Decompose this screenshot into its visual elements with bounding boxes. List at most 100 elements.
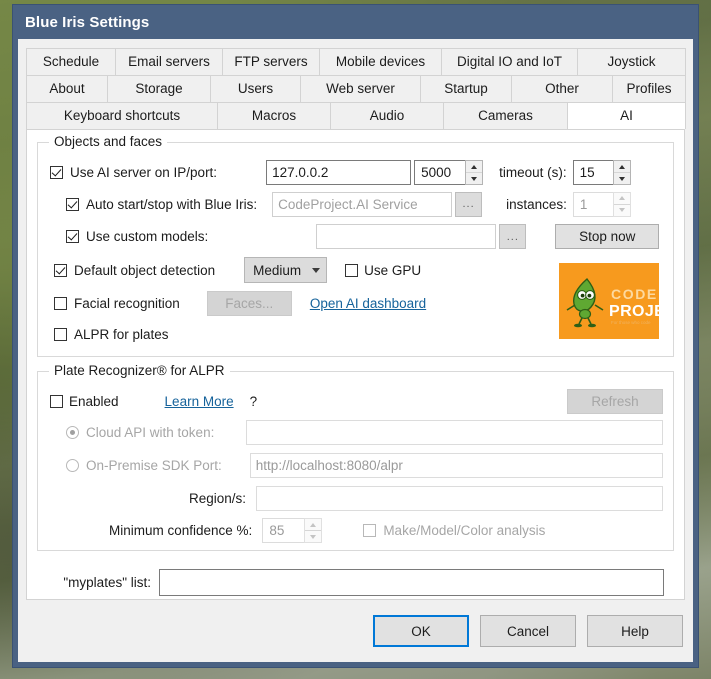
- svg-text:For those who code: For those who code: [611, 320, 651, 325]
- stop-now-button[interactable]: Stop now: [555, 224, 660, 249]
- myplates-label: "myplates" list:: [63, 574, 151, 590]
- tab-storage[interactable]: Storage: [107, 75, 211, 102]
- alpr-for-plates-label: ALPR for plates: [74, 326, 169, 342]
- settings-window: Blue Iris Settings Schedule Email server…: [12, 4, 699, 668]
- tab-web-server[interactable]: Web server: [300, 75, 421, 102]
- row-minimum-confidence: Minimum confidence %: 85 Make/Model/Colo…: [50, 515, 663, 546]
- use-custom-models-label: Use custom models:: [86, 229, 209, 244]
- auto-start-browse-button[interactable]: ...: [455, 191, 483, 217]
- row-plate-enabled: Enabled Learn More ? Refresh: [50, 386, 663, 416]
- detection-quality-value: Medium: [253, 262, 302, 278]
- row-on-premise: On-Premise SDK Port: http://localhost:80…: [50, 449, 663, 482]
- custom-models-browse-button[interactable]: ...: [499, 224, 527, 249]
- tab-startup[interactable]: Startup: [420, 75, 512, 102]
- group-objects-and-faces: Objects and faces Use AI server on IP/po…: [37, 134, 674, 357]
- svg-text:PROJECT: PROJECT: [609, 303, 659, 320]
- cloud-api-radio[interactable]: [66, 426, 79, 439]
- tab-other[interactable]: Other: [511, 75, 613, 102]
- row-use-ai-server: Use AI server on IP/port: 127.0.0.2 5000…: [50, 157, 663, 188]
- svg-text:CODE: CODE: [611, 286, 658, 302]
- timeout-label: timeout (s):: [499, 165, 567, 180]
- refresh-button[interactable]: Refresh: [567, 388, 663, 414]
- tab-audio[interactable]: Audio: [330, 102, 444, 129]
- use-ai-server-label: Use AI server on IP/port:: [70, 165, 218, 180]
- tab-macros[interactable]: Macros: [217, 102, 331, 129]
- instances-spinner[interactable]: 1: [572, 191, 631, 217]
- make-model-color-label: Make/Model/Color analysis: [383, 523, 546, 538]
- facial-recognition-checkbox[interactable]: [54, 296, 67, 310]
- use-gpu-checkbox[interactable]: [345, 263, 359, 277]
- learn-more-link[interactable]: Learn More: [165, 394, 234, 409]
- ok-button[interactable]: OK: [373, 615, 469, 647]
- use-custom-models-checkbox[interactable]: [66, 230, 79, 243]
- cancel-button[interactable]: Cancel: [480, 615, 576, 647]
- minimum-confidence-input[interactable]: 85: [262, 518, 305, 543]
- help-button[interactable]: Help: [587, 615, 683, 647]
- confidence-spin-down-icon[interactable]: [305, 531, 321, 542]
- open-ai-dashboard-link[interactable]: Open AI dashboard: [310, 296, 426, 311]
- custom-models-input[interactable]: [316, 224, 497, 249]
- use-gpu-label: Use GPU: [364, 262, 422, 278]
- group-plate-recognizer: Plate Recognizer® for ALPR Enabled Learn…: [37, 363, 674, 551]
- regions-input[interactable]: [256, 486, 663, 511]
- row-cloud-api: Cloud API with token:: [50, 416, 663, 449]
- group-plate-recognizer-title: Plate Recognizer® for ALPR: [49, 363, 230, 378]
- regions-label: Region/s:: [189, 491, 247, 506]
- default-object-detection-label: Default object detection: [74, 262, 216, 278]
- instances-spin-up-icon[interactable]: [613, 193, 630, 205]
- on-premise-radio[interactable]: [66, 459, 79, 472]
- instances-label: instances:: [506, 196, 567, 212]
- auto-start-service-input[interactable]: CodeProject.AI Service: [272, 191, 453, 217]
- ai-server-ip-input[interactable]: 127.0.0.2: [266, 160, 412, 185]
- instances-spin-down-icon[interactable]: [614, 205, 630, 216]
- codeproject-logo-svg: CODE PROJECT For those who code: [559, 263, 659, 339]
- auto-start-stop-checkbox[interactable]: [66, 197, 79, 211]
- tab-digital-io-and-iot[interactable]: Digital IO and IoT: [441, 48, 578, 75]
- on-premise-port-input[interactable]: http://localhost:8080/alpr: [249, 453, 663, 478]
- tab-email-servers[interactable]: Email servers: [115, 48, 223, 75]
- confidence-spin-buttons[interactable]: [304, 518, 323, 543]
- ai-server-port-spinner[interactable]: 5000: [414, 160, 484, 185]
- window-title: Blue Iris Settings: [25, 13, 150, 31]
- tab-keyboard-shortcuts[interactable]: Keyboard shortcuts: [26, 102, 218, 129]
- ai-server-port-input[interactable]: 5000: [414, 160, 466, 185]
- timeout-input[interactable]: 15: [572, 160, 613, 185]
- port-spin-up-icon[interactable]: [466, 161, 483, 173]
- window-titlebar: Blue Iris Settings: [13, 5, 698, 39]
- detection-quality-combo[interactable]: Medium: [244, 257, 328, 283]
- tab-ai[interactable]: AI: [567, 102, 686, 129]
- tab-row-3: Keyboard shortcuts Macros Audio Cameras …: [26, 102, 686, 129]
- timeout-spin-up-icon[interactable]: [613, 161, 630, 173]
- tab-schedule[interactable]: Schedule: [26, 48, 116, 75]
- tab-about[interactable]: About: [26, 75, 108, 102]
- plate-help-icon[interactable]: ?: [250, 394, 258, 409]
- use-ai-server-checkbox[interactable]: [50, 166, 63, 179]
- myplates-input[interactable]: [159, 568, 664, 596]
- row-auto-start-stop: Auto start/stop with Blue Iris: CodeProj…: [50, 188, 663, 220]
- timeout-spinner[interactable]: 15: [572, 160, 631, 185]
- faces-button[interactable]: Faces...: [206, 290, 292, 316]
- tab-cameras[interactable]: Cameras: [443, 102, 568, 129]
- timeout-spin-buttons[interactable]: [612, 160, 631, 185]
- minimum-confidence-spinner[interactable]: 85: [262, 518, 323, 543]
- instances-input[interactable]: 1: [572, 191, 613, 217]
- window-body: Schedule Email servers FTP servers Mobil…: [18, 39, 693, 662]
- tab-row-1: Schedule Email servers FTP servers Mobil…: [26, 48, 686, 75]
- port-spin-buttons[interactable]: [465, 160, 484, 185]
- tab-joystick[interactable]: Joystick: [577, 48, 686, 75]
- minimum-confidence-label: Minimum confidence %:: [109, 523, 253, 538]
- default-object-detection-checkbox[interactable]: [54, 263, 67, 277]
- make-model-color-checkbox[interactable]: [363, 524, 377, 537]
- tab-profiles[interactable]: Profiles: [612, 75, 686, 102]
- codeproject-logo: CODE PROJECT For those who code: [559, 263, 659, 339]
- timeout-spin-down-icon[interactable]: [614, 173, 630, 184]
- confidence-spin-up-icon[interactable]: [305, 519, 322, 531]
- plate-enabled-checkbox[interactable]: [50, 394, 63, 408]
- cloud-api-token-input[interactable]: [246, 420, 663, 445]
- instances-spin-buttons[interactable]: [612, 191, 631, 217]
- tab-users[interactable]: Users: [210, 75, 301, 102]
- tab-ftp-servers[interactable]: FTP servers: [222, 48, 320, 75]
- alpr-for-plates-checkbox[interactable]: [54, 327, 67, 341]
- port-spin-down-icon[interactable]: [466, 173, 482, 184]
- tab-mobile-devices[interactable]: Mobile devices: [319, 48, 442, 75]
